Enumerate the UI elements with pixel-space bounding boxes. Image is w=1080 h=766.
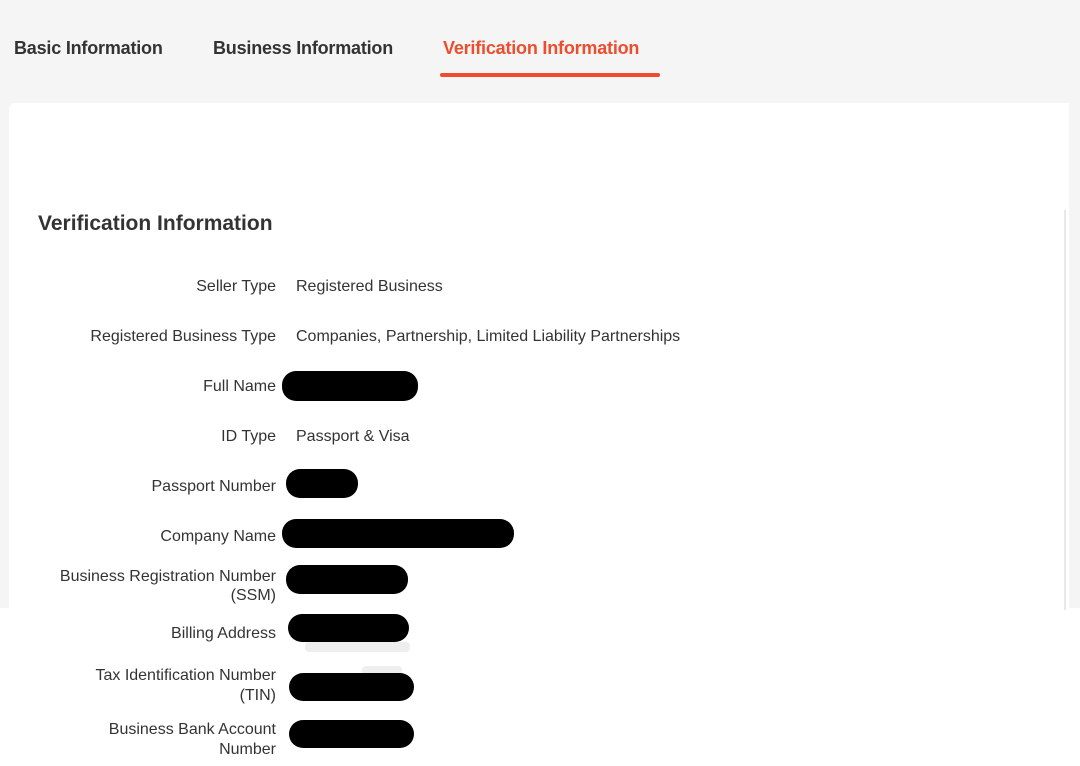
redaction-residue (305, 642, 410, 652)
company-name-redacted (282, 519, 514, 548)
registered-business-type-label: Registered Business Type (90, 328, 276, 345)
passport-number-redacted (286, 469, 358, 498)
tax-identification-number-label-line1: Tax Identification Number (95, 667, 276, 684)
billing-address-label: Billing Address (171, 625, 276, 642)
business-registration-number-redacted (286, 565, 408, 594)
tab-business-information[interactable]: Business Information (213, 38, 393, 59)
registered-business-type-value: Companies, Partnership, Limited Liabilit… (296, 328, 681, 345)
business-bank-account-number-redacted (289, 720, 414, 748)
business-registration-number-label-line2: (SSM) (230, 587, 276, 604)
id-type-label: ID Type (221, 428, 276, 445)
tab-basic-information[interactable]: Basic Information (14, 38, 163, 59)
tab-bar: Basic Information Business Information V… (0, 0, 1080, 100)
billing-address-redacted (288, 614, 409, 642)
passport-number-label: Passport Number (151, 478, 277, 495)
tax-identification-number-redacted (289, 673, 414, 701)
seller-type-label: Seller Type (196, 278, 276, 295)
seller-type-value: Registered Business (296, 278, 443, 295)
card-divider (1064, 210, 1066, 610)
business-registration-number-label-line1: Business Registration Number (59, 568, 276, 585)
business-bank-account-number-label-line1: Business Bank Account (108, 721, 276, 738)
full-name-redacted (282, 371, 418, 401)
company-name-label: Company Name (160, 528, 276, 545)
id-type-value: Passport & Visa (296, 428, 410, 445)
business-bank-account-number-label-line2: Number (219, 741, 276, 758)
active-tab-indicator (440, 73, 660, 77)
tab-verification-information[interactable]: Verification Information (443, 38, 639, 59)
section-title: Verification Information (38, 212, 273, 235)
tax-identification-number-label-line2: (TIN) (239, 687, 276, 704)
full-name-label: Full Name (203, 378, 276, 395)
